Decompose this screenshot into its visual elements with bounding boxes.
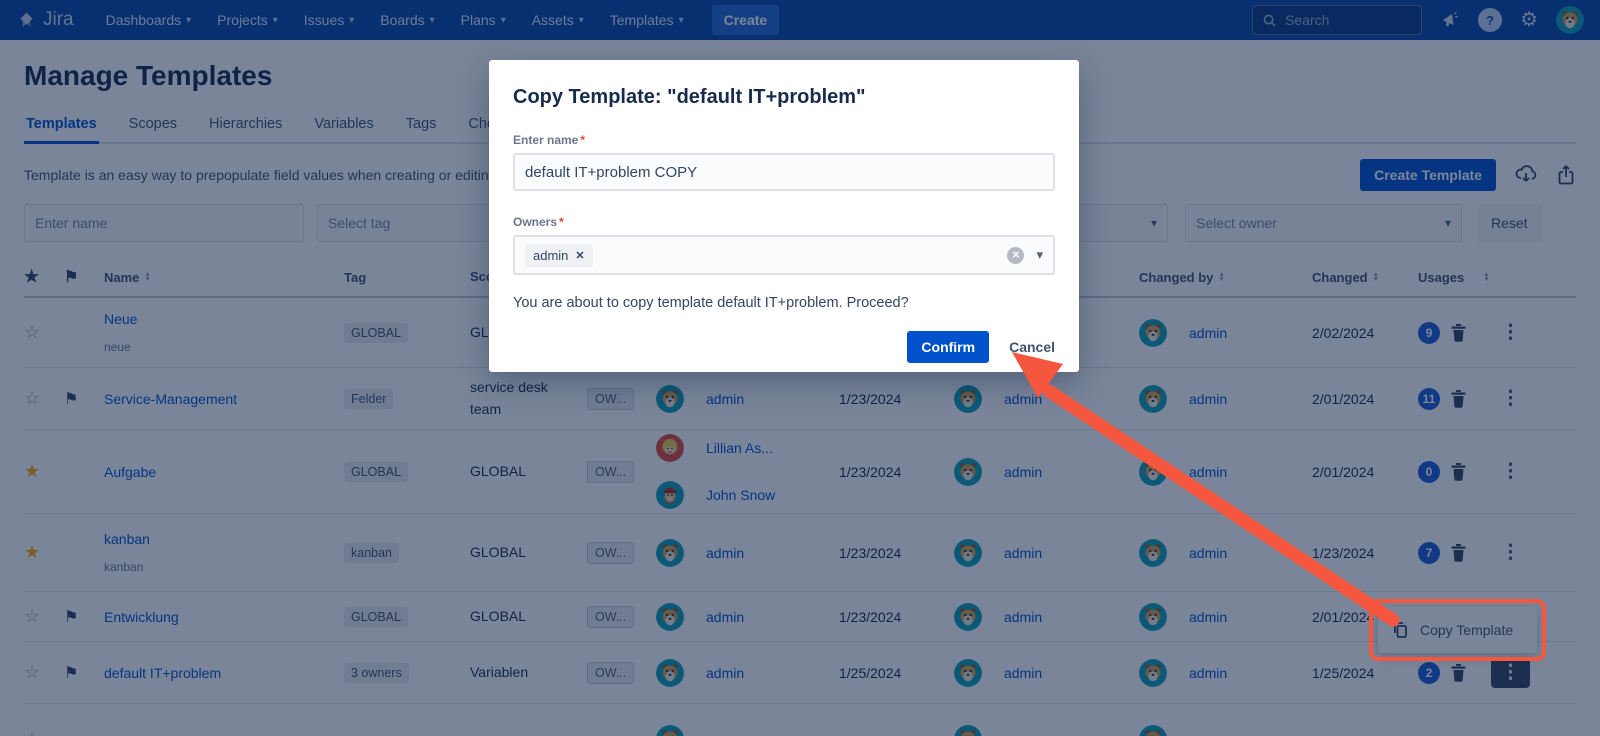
owner-chip: admin✕ xyxy=(525,244,593,267)
modal-title: Copy Template: "default IT+problem" xyxy=(513,86,1055,109)
name-field-label: Enter name* xyxy=(513,133,1055,147)
clear-select-icon[interactable]: ✕ xyxy=(1007,247,1024,264)
modal-buttons: Confirm Cancel xyxy=(513,331,1055,363)
cancel-button[interactable]: Cancel xyxy=(1009,339,1055,355)
copy-template-modal: Copy Template: "default IT+problem" Ente… xyxy=(489,60,1079,372)
owners-field-label: Owners* xyxy=(513,215,1055,229)
chevron-down-icon[interactable]: ▾ xyxy=(1036,247,1043,263)
confirm-button[interactable]: Confirm xyxy=(907,331,989,363)
template-name-field[interactable] xyxy=(513,153,1055,191)
required-asterisk: * xyxy=(559,215,564,229)
proceed-text: You are about to copy template default I… xyxy=(513,295,1055,311)
remove-owner-icon[interactable]: ✕ xyxy=(575,249,584,262)
manage-templates-page: Jira Dashboards▾Projects▾Issues▾Boards▾P… xyxy=(0,0,1600,736)
required-asterisk: * xyxy=(580,133,585,147)
owners-select[interactable]: admin✕ ✕ ▾ xyxy=(513,235,1055,275)
